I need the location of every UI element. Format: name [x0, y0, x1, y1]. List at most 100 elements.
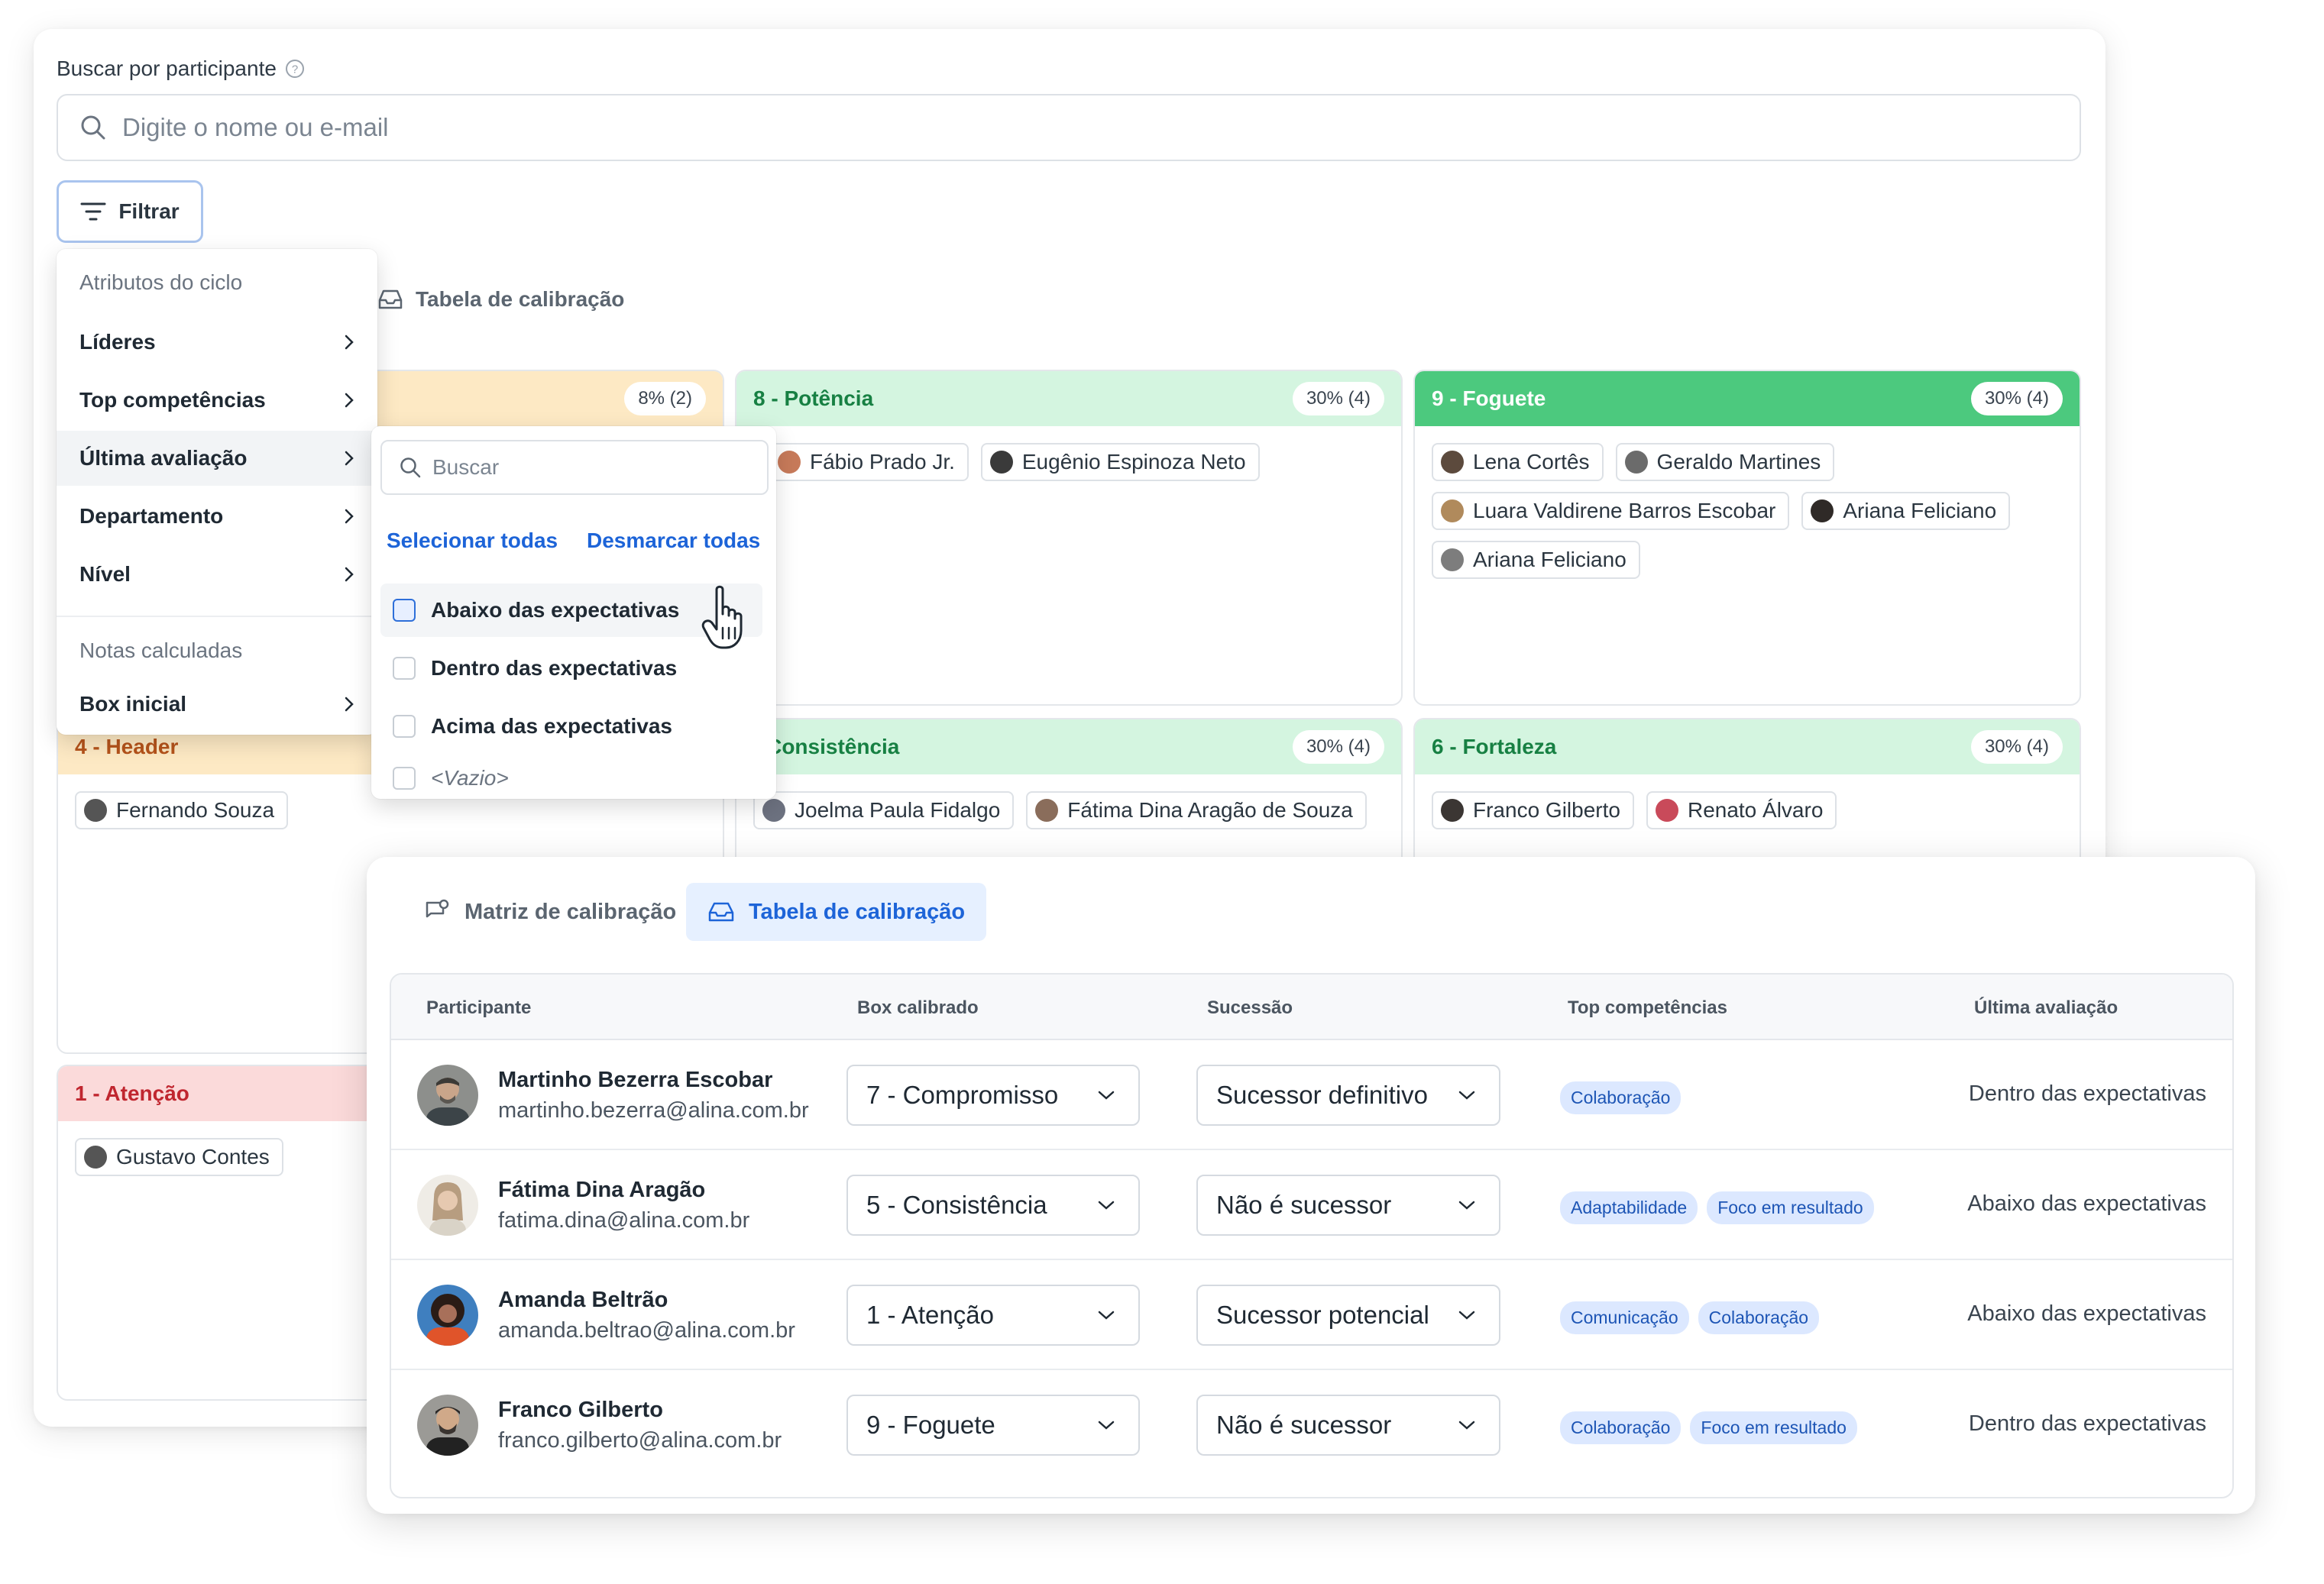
menu-item-top-competencias[interactable]: Top competências	[57, 373, 377, 428]
chevron-down-icon	[1098, 1091, 1115, 1100]
box-select[interactable]: 5 - Consistência	[846, 1175, 1140, 1236]
avatar	[778, 451, 801, 474]
participant-chip[interactable]: Ariana Feliciano	[1801, 492, 2011, 530]
search-label: Buscar por participante ?	[57, 57, 306, 81]
menu-divider	[57, 616, 377, 617]
box-percentage-badge: 30% (4)	[1970, 730, 2063, 764]
box-percentage-badge: 30% (4)	[1292, 730, 1384, 764]
deselect-all-link[interactable]: Desmarcar todas	[587, 529, 760, 553]
chip-label: Ariana Feliciano	[1843, 499, 1997, 522]
column-header-last-evaluation[interactable]: Última avaliação	[1974, 997, 2118, 1019]
filter-button[interactable]: Filtrar	[57, 180, 203, 243]
menu-item-label: Líderes	[79, 330, 156, 354]
menu-item-box-inicial[interactable]: Box inicial	[57, 677, 377, 732]
competency-tags: Colaboração Foco em resultado	[1560, 1411, 1857, 1444]
participant-search-field[interactable]	[57, 94, 2081, 161]
participant-chip[interactable]: Gustavo Contes	[75, 1138, 283, 1176]
competency-tag: Comunicação	[1560, 1301, 1689, 1334]
table-row: Fátima Dina Aragão fatima.dina@alina.com…	[391, 1150, 2232, 1260]
chevron-down-icon	[1458, 1201, 1475, 1210]
menu-item-label: Última avaliação	[79, 446, 248, 470]
box-title: 6 - Fortaleza	[1432, 735, 1557, 758]
box-select[interactable]: 9 - Foguete	[846, 1395, 1140, 1456]
avatar	[1811, 499, 1834, 522]
avatar	[1035, 799, 1059, 822]
checkbox[interactable]	[393, 715, 416, 738]
box-select[interactable]: 7 - Compromisso	[846, 1065, 1140, 1126]
option-vazio[interactable]: <Vazio>	[380, 758, 762, 799]
select-value: Sucessor potencial	[1216, 1301, 1429, 1329]
chevron-down-icon	[1098, 1311, 1115, 1320]
avatar	[84, 799, 107, 822]
menu-item-label: Top competências	[79, 388, 266, 412]
succession-select[interactable]: Não é sucessor	[1196, 1175, 1500, 1236]
menu-section-cycle-attributes: Atributos do ciclo	[79, 270, 243, 294]
menu-section-calculated-scores: Notas calculadas	[79, 638, 243, 662]
avatar	[1441, 799, 1464, 822]
checkbox[interactable]	[393, 657, 416, 680]
chevron-down-icon	[1098, 1421, 1115, 1430]
checkbox[interactable]	[393, 599, 416, 622]
participant-chip[interactable]: Ariana Feliciano	[1432, 541, 1640, 579]
hand-cursor-icon	[701, 585, 743, 649]
chip-label: Gustavo Contes	[116, 1145, 270, 1169]
chip-label: Fátima Dina Aragão de Souza	[1067, 798, 1353, 822]
column-header-participant[interactable]: Participante	[426, 997, 531, 1019]
option-acima-expectativas[interactable]: Acima das expectativas	[380, 700, 762, 753]
chip-label: Eugênio Espinoza Neto	[1021, 450, 1246, 474]
competency-tags: Adaptabilidade Foco em resultado	[1560, 1191, 1874, 1224]
box-fortaleza-header: 6 - Fortaleza 30% (4)	[1415, 719, 2080, 774]
succession-select[interactable]: Não é sucessor	[1196, 1395, 1500, 1456]
select-all-link[interactable]: Selecionar todas	[387, 529, 558, 553]
avatar	[762, 799, 785, 822]
chevron-down-icon	[1458, 1421, 1475, 1430]
column-header-succession[interactable]: Sucessão	[1207, 997, 1293, 1019]
participant-name: Amanda Beltrão	[498, 1288, 668, 1312]
box-select[interactable]: 1 - Atenção	[846, 1285, 1140, 1346]
participant-chip[interactable]: Geraldo Martines	[1615, 443, 1835, 481]
option-label: Abaixo das expectativas	[431, 598, 680, 622]
checkbox[interactable]	[393, 767, 416, 790]
participant-chip[interactable]: Lena Cortês	[1432, 443, 1604, 481]
menu-item-departamento[interactable]: Departamento	[57, 489, 377, 544]
column-header-competencies[interactable]: Top competências	[1568, 997, 1727, 1019]
competency-tag: Foco em resultado	[1707, 1191, 1874, 1224]
box-title: 8 - Potência	[753, 386, 874, 410]
chip-label: Geraldo Martines	[1656, 450, 1821, 474]
participant-chip[interactable]: Franco Gilberto	[1432, 791, 1634, 829]
participant-chip[interactable]: Eugênio Espinoza Neto	[980, 443, 1260, 481]
select-value: Sucessor definitivo	[1216, 1081, 1428, 1109]
submenu-search-field[interactable]: Buscar	[380, 440, 769, 495]
submenu-search-placeholder: Buscar	[432, 455, 500, 479]
help-icon[interactable]: ?	[284, 58, 306, 79]
participant-chip[interactable]: Renato Álvaro	[1646, 791, 1837, 829]
participant-name: Fátima Dina Aragão	[498, 1178, 706, 1202]
succession-select[interactable]: Sucessor definitivo	[1196, 1065, 1500, 1126]
tab-calibration-table[interactable]: Tabela de calibração	[686, 883, 987, 941]
select-value: 7 - Compromisso	[866, 1081, 1059, 1109]
participant-chip[interactable]: Fernando Souza	[75, 791, 289, 829]
chevron-right-icon	[345, 335, 354, 350]
menu-item-lideres[interactable]: Líderes	[57, 315, 377, 370]
tab-calibration-table-back[interactable]: Tabela de calibração	[377, 287, 624, 312]
menu-item-label: Departamento	[79, 504, 224, 528]
chip-label: Joelma Paula Fidalgo	[795, 798, 1001, 822]
participant-chip[interactable]: Fátima Dina Aragão de Souza	[1026, 791, 1367, 829]
avatar	[84, 1146, 107, 1169]
participant-chip[interactable]: Luara Valdirene Barros Escobar	[1432, 492, 1790, 530]
last-evaluation: Abaixo das expectativas	[1967, 1301, 2206, 1326]
chip-label: Ariana Feliciano	[1473, 548, 1626, 571]
inbox-icon	[708, 902, 734, 922]
participant-search-input[interactable]	[122, 113, 1956, 142]
menu-item-nivel[interactable]: Nível	[57, 547, 377, 602]
chevron-right-icon	[345, 567, 354, 582]
participant-chip[interactable]: Joelma Paula Fidalgo	[753, 791, 1015, 829]
participant-chip[interactable]: Fábio Prado Jr.	[769, 443, 969, 481]
column-header-box[interactable]: Box calibrado	[857, 997, 979, 1019]
participant-email: martinho.bezerra@alina.com.br	[498, 1098, 809, 1123]
chip-label: Lena Cortês	[1473, 450, 1590, 474]
inbox-icon	[378, 289, 403, 309]
tab-calibration-matrix[interactable]: Matriz de calibração	[402, 883, 698, 941]
menu-item-ultima-avaliacao[interactable]: Última avaliação	[57, 431, 377, 486]
succession-select[interactable]: Sucessor potencial	[1196, 1285, 1500, 1346]
